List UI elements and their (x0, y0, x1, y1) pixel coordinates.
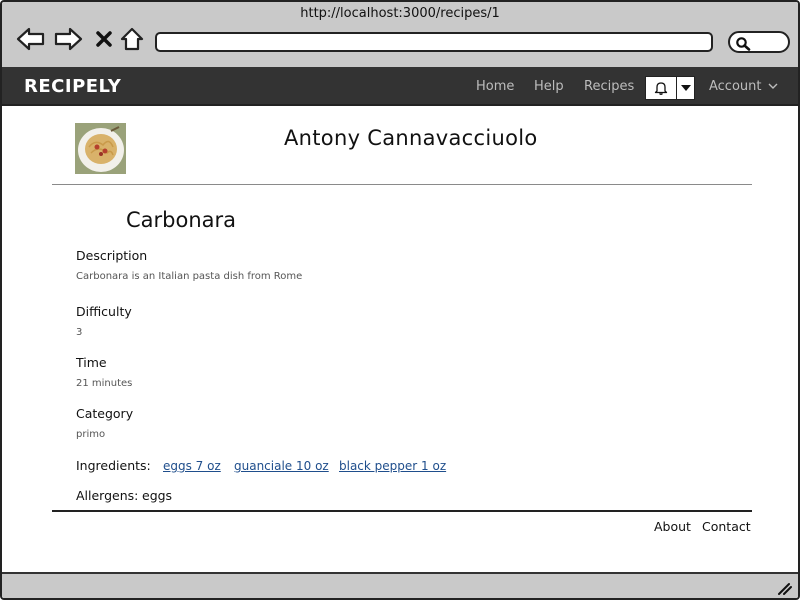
browser-search-field[interactable] (728, 31, 790, 53)
ingredient-link[interactable]: guanciale 10 oz (234, 459, 329, 473)
allergens-label: Allergens: (76, 488, 139, 503)
app-header: RECIPELY Home Help Recipes Account (2, 69, 798, 106)
chef-photo (75, 123, 126, 174)
close-icon[interactable] (89, 24, 119, 54)
ingredient-link[interactable]: black pepper 1 oz (339, 459, 446, 473)
notifications-dropdown[interactable] (645, 76, 695, 100)
resize-grip-icon[interactable] (776, 581, 792, 595)
browser-window: http://localhost:3000/recipes/1 RECIPELY… (0, 0, 800, 600)
home-icon[interactable] (117, 24, 147, 54)
divider (52, 184, 752, 185)
recipe-title: Carbonara (126, 208, 237, 232)
brand-logo[interactable]: RECIPELY (24, 76, 121, 97)
category-value: primo (76, 429, 106, 440)
account-menu[interactable]: Account (709, 79, 778, 94)
account-label: Account (709, 79, 762, 94)
bell-icon[interactable] (646, 77, 677, 99)
allergens-value: eggs (142, 488, 173, 503)
difficulty-label: Difficulty (76, 304, 132, 319)
forward-arrow-icon[interactable] (53, 24, 83, 54)
description-value: Carbonara is an Italian pasta dish from … (76, 271, 303, 282)
back-arrow-icon[interactable] (16, 24, 46, 54)
nav-home[interactable]: Home (476, 79, 514, 94)
chef-name: Antony Cannavacciuolo (284, 126, 538, 150)
search-icon (736, 37, 751, 51)
caret-down-icon[interactable] (677, 77, 694, 99)
chevron-down-icon (768, 83, 777, 89)
browser-toolbar: http://localhost:3000/recipes/1 (2, 2, 798, 69)
address-bar[interactable] (155, 32, 713, 52)
browser-status-bar (2, 572, 798, 598)
category-label: Category (76, 406, 134, 421)
footer-contact-link[interactable]: Contact (702, 519, 751, 534)
time-value: 21 minutes (76, 378, 133, 389)
url-text: http://localhost:3000/recipes/1 (300, 6, 500, 21)
difficulty-value: 3 (76, 327, 83, 338)
footer-divider (52, 510, 752, 512)
ingredient-link[interactable]: eggs 7 oz (163, 459, 221, 473)
ingredients-label: Ingredients: (76, 458, 151, 473)
nav-recipes[interactable]: Recipes (584, 79, 634, 94)
nav-help[interactable]: Help (534, 79, 564, 94)
footer-about-link[interactable]: About (654, 519, 691, 534)
time-label: Time (76, 355, 107, 370)
description-label: Description (76, 248, 148, 263)
